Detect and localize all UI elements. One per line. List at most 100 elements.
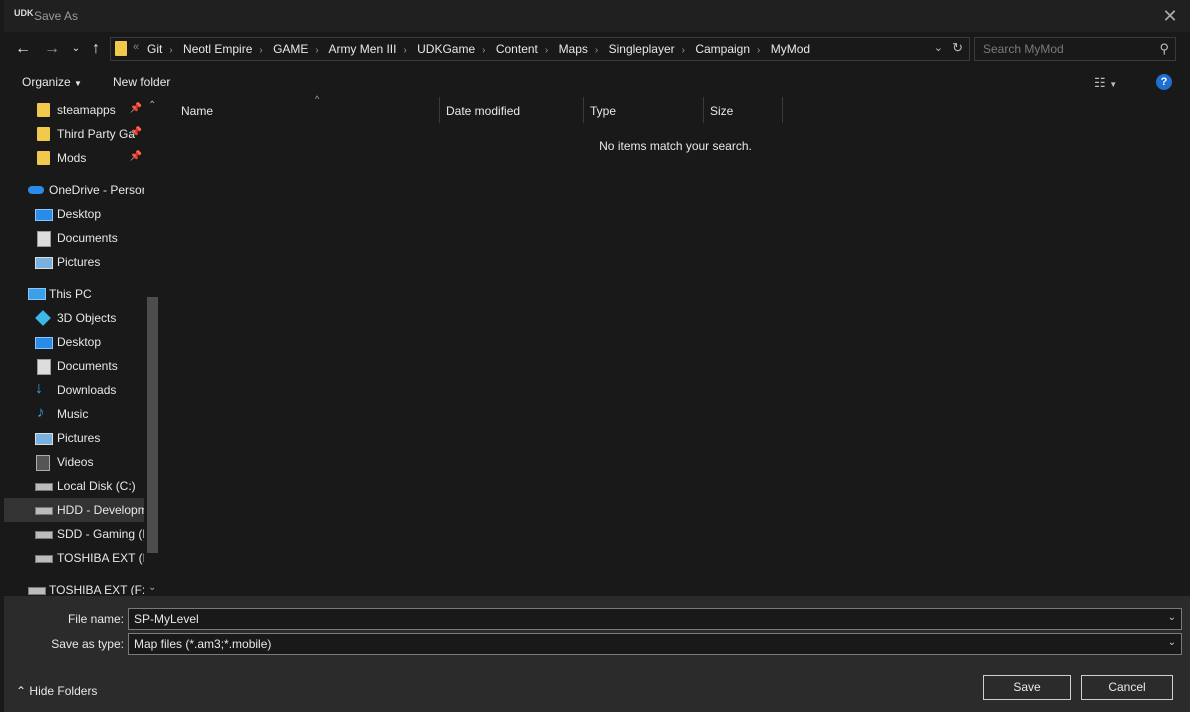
breadcrumb-item[interactable]: MyMod [771,42,810,56]
overflow-breadcrumb-icon[interactable]: « [133,41,139,53]
address-dropdown-chevron-icon[interactable]: ⌄ [934,41,943,54]
save-button[interactable]: Save [983,675,1071,700]
drive-icon [35,555,53,563]
column-header-date-modified[interactable]: Date modified [440,97,583,123]
chevron-right-icon[interactable]: › [259,45,262,56]
save-as-dialog: UDK Save As ✕ ← → ⌄ ↑ « Git › Neotl Empir… [4,0,1190,712]
nav-item-local-disk-c[interactable]: Local Disk (C:) [4,474,144,498]
save-type-value: Map files (*.am3;*.mobile) [134,637,272,651]
breadcrumb-item[interactable]: Campaign [695,42,750,56]
chevron-right-icon[interactable]: › [595,45,598,56]
chevron-right-icon[interactable]: › [682,45,685,56]
cloud-icon [28,186,44,194]
videos-icon [36,455,50,471]
back-arrow-icon[interactable]: ← [13,38,33,60]
cancel-button[interactable]: Cancel [1081,675,1173,700]
nav-item-onedrive[interactable]: OneDrive - Person [4,178,144,202]
nav-item-third-party[interactable]: Third Party Ga 📌 [4,122,144,146]
view-options-icon[interactable]: ☷ ▼ [1094,75,1117,91]
close-icon[interactable]: ✕ [1158,4,1182,28]
drive-icon [28,587,46,595]
nav-item-pictures[interactable]: Pictures [4,250,144,274]
nav-item-toshiba-ext-root[interactable]: TOSHIBA EXT (F:) [4,578,144,595]
column-header-label: Type [590,104,617,118]
organize-label: Organize [22,75,71,89]
chevron-right-icon[interactable]: › [315,45,318,56]
breadcrumb-item[interactable]: GAME [273,42,308,56]
nav-item-3d-objects[interactable]: 3D Objects [4,306,144,330]
nav-item-label: Desktop [57,335,102,349]
organize-button[interactable]: Organize ▼ [22,75,82,89]
hide-folders-button[interactable]: ⌃ Hide Folders [16,684,97,698]
column-header-name[interactable]: Name ^ [175,94,439,123]
pin-icon[interactable]: 📌 [130,127,142,138]
chevron-right-icon[interactable]: › [482,45,485,56]
breadcrumb-item[interactable]: Neotl Empire [183,42,252,56]
save-type-label: Save as type: [51,637,124,651]
breadcrumb-item[interactable]: UDKGame [417,42,475,56]
breadcrumb-item[interactable]: Army Men III [328,42,396,56]
up-arrow-icon[interactable]: ↑ [86,38,106,60]
new-folder-button[interactable]: New folder [113,75,170,89]
navigation-row: ← → ⌄ ↑ « Git › Neotl Empire › GAME › Army … [4,34,1190,64]
file-name-field[interactable]: SP-MyLevel ⌄ [128,608,1182,630]
scroll-up-icon[interactable]: ⌃ [148,100,156,111]
nav-item-documents[interactable]: Documents [4,226,144,250]
column-header-type[interactable]: Type [584,97,703,123]
nav-item-desktop-2[interactable]: Desktop [4,330,144,354]
nav-item-mods[interactable]: Mods 📌 [4,146,144,170]
breadcrumb-item[interactable]: Singleplayer [609,42,675,56]
nav-item-label: TOSHIBA EXT (F:) [49,583,144,595]
breadcrumb-item[interactable]: Maps [559,42,588,56]
nav-item-toshiba-ext[interactable]: TOSHIBA EXT (F:) [4,546,144,570]
column-header-label: Date modified [446,104,521,118]
breadcrumb-item[interactable]: Content [496,42,538,56]
scroll-down-icon[interactable]: ⌄ [148,582,156,593]
nav-item-label: Music [57,407,89,421]
nav-item-label: Videos [57,455,94,469]
pin-icon[interactable]: 📌 [130,103,142,114]
address-bar[interactable]: « Git › Neotl Empire › GAME › Army Men III ›… [110,37,970,61]
nav-item-label: Local Disk (C:) [57,479,136,493]
nav-item-downloads[interactable]: ↓ Downloads [4,378,144,402]
chevron-right-icon[interactable]: › [757,45,760,56]
help-icon[interactable]: ? [1156,74,1172,90]
nav-item-pictures-2[interactable]: Pictures [4,426,144,450]
pin-icon[interactable]: 📌 [130,151,142,162]
folder-icon [115,41,127,56]
nav-item-this-pc[interactable]: This PC [4,282,144,306]
search-input[interactable]: Search MyMod ⚲ [974,37,1176,61]
documents-icon [37,231,51,247]
nav-item-label: 3D Objects [57,311,117,325]
navigation-pane: steamapps 📌 Third Party Ga 📌 Mods 📌 OneD… [4,97,160,595]
nav-item-music[interactable]: ♪ Music [4,402,144,426]
chevron-right-icon[interactable]: › [169,45,172,56]
desktop-icon [35,337,53,349]
title-bar: UDK Save As ✕ [4,0,1190,32]
nav-item-desktop[interactable]: Desktop [4,202,144,226]
music-icon: ♪ [37,404,45,421]
column-header-size[interactable]: Size [704,97,782,123]
forward-arrow-icon[interactable]: → [42,38,62,60]
save-type-select[interactable]: Map files (*.am3;*.mobile) ⌄ [128,633,1182,655]
nav-item-sdd-gaming[interactable]: SDD - Gaming (E [4,522,144,546]
empty-state-message: No items match your search. [599,139,752,153]
nav-item-hdd-development[interactable]: HDD - Developm [4,498,144,522]
column-header-label: Size [710,104,734,118]
chevron-down-icon[interactable]: ⌄ [1168,612,1176,623]
refresh-icon[interactable]: ↻ [952,40,963,56]
folder-icon [37,103,50,117]
nav-item-documents-2[interactable]: Documents [4,354,144,378]
chevron-right-icon[interactable]: › [545,45,548,56]
chevron-down-icon[interactable]: ⌄ [1168,637,1176,648]
chevron-right-icon[interactable]: › [403,45,406,56]
nav-item-videos[interactable]: Videos [4,450,144,474]
column-divider[interactable] [782,97,783,123]
nav-item-label: Pictures [57,431,101,445]
hide-folders-label: Hide Folders [29,684,98,698]
nav-item-steamapps[interactable]: steamapps 📌 [4,98,144,122]
nav-item-label: TOSHIBA EXT (F:) [57,551,144,565]
recent-locations-chevron-icon[interactable]: ⌄ [66,38,86,60]
breadcrumb-item[interactable]: Git [147,42,162,56]
nav-scrollbar-thumb[interactable] [147,297,158,553]
